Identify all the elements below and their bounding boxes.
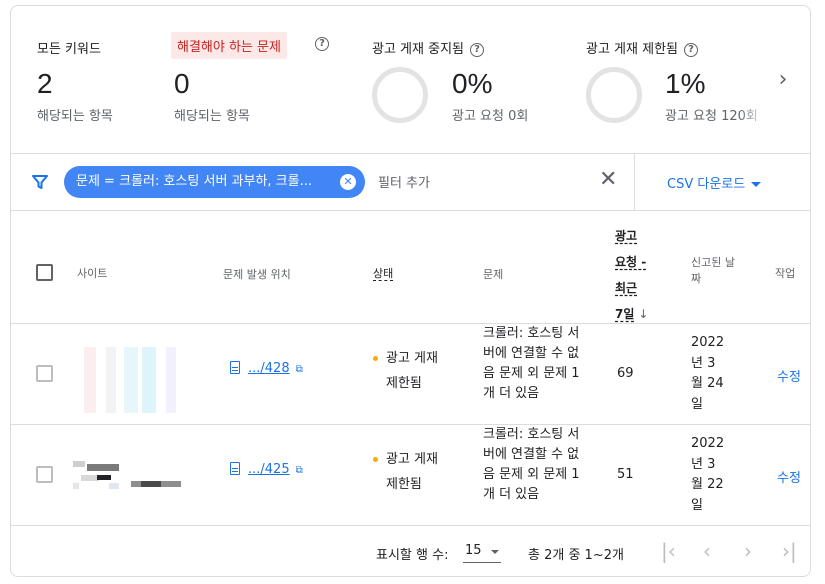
open-in-new-icon: ⧉	[295, 465, 303, 476]
caret-down-icon	[491, 550, 499, 554]
issue-cell: 크롤러: 호스팅 서버에 연결할 수 없음 문제 외 문제 1개 더 있음	[483, 326, 580, 401]
status-dot	[373, 457, 378, 462]
metric-title-text: 광고 게재 중지됨	[372, 42, 464, 57]
metric-sub: 해당되는 항목	[37, 109, 113, 124]
issue-location-text: .../425	[248, 462, 290, 477]
status-cell: 광고 게재 제한됨	[373, 447, 453, 497]
filter-icon[interactable]	[31, 173, 49, 191]
table-row[interactable]: .../425 ⧉ 광고 게재 제한됨 크롤러: 호스팅 서버에 연결할 수 없음…	[11, 425, 810, 526]
last-page-icon[interactable]: ›|	[782, 539, 797, 563]
header-reported-date[interactable]: 신고된 날짜	[691, 255, 735, 287]
ad-review-card: 모든 키워드 2 해당되는 항목 해결해야 하는 문제 ? 0 해당되는 항목 …	[10, 5, 811, 577]
divider	[634, 154, 635, 210]
metric-title: 해결해야 하는 문제	[171, 32, 287, 59]
header-action: 작업	[775, 267, 796, 280]
metric-value: 0%	[452, 68, 493, 99]
help-icon[interactable]: ?	[470, 42, 484, 57]
metric-ads-limited[interactable]: 광고 게재 제한됨? 1% 광고 요청 120회	[586, 6, 776, 154]
document-icon	[230, 462, 240, 475]
help-icon[interactable]: ?	[315, 37, 329, 51]
status-text: 광고 게재 제한됨	[386, 452, 438, 492]
help-icon[interactable]: ?	[684, 42, 698, 57]
header-ad-requests-line: 최근	[615, 281, 638, 295]
pagination-bar: 표시할 행 수: 15 총 2개 중 1~2개 |‹ ‹ › ›|	[11, 527, 810, 576]
issue-location-link[interactable]: .../428 ⧉	[230, 361, 303, 376]
reported-date-cell: 2022 년 3 월 22 일	[691, 436, 725, 513]
table-header: 사이트 문제 발생 위치 상태 문제 광고 요청 - 최근 7일 ↓ 신고된 날짜…	[11, 211, 810, 327]
csv-download-label: CSV 다운로드	[667, 177, 746, 192]
progress-ring	[586, 67, 642, 123]
status-dot	[373, 356, 378, 361]
metric-issues-to-fix[interactable]: 해결해야 하는 문제 ? 0 해당되는 항목	[171, 6, 351, 154]
open-in-new-icon: ⧉	[295, 364, 303, 375]
edit-link[interactable]: 수정	[777, 467, 801, 486]
metric-title: 광고 게재 중지됨?	[372, 38, 484, 57]
ad-requests-cell: 69	[617, 366, 634, 381]
chevron-right-icon[interactable]: ›	[773, 68, 793, 92]
ad-requests-cell: 51	[617, 467, 634, 482]
csv-download-button[interactable]: CSV 다운로드	[667, 173, 762, 192]
issue-location-text: .../428	[248, 361, 290, 376]
header-issue[interactable]: 문제	[483, 266, 503, 282]
rows-per-page-select[interactable]: 15	[463, 541, 501, 563]
status-cell: 광고 게재 제한됨	[373, 346, 453, 396]
close-icon[interactable]: ✕	[340, 174, 356, 190]
metric-title-text: 광고 게재 제한됨	[586, 42, 678, 57]
metric-title: 모든 키워드	[37, 42, 101, 57]
metric-all-keywords[interactable]: 모든 키워드 2 해당되는 항목	[37, 6, 167, 154]
header-ad-requests-line: 광고	[615, 229, 638, 243]
progress-ring	[372, 67, 428, 123]
document-icon	[230, 361, 240, 374]
close-icon[interactable]: ✕	[599, 168, 617, 192]
row-checkbox[interactable]	[36, 365, 53, 382]
metrics-bar: 모든 키워드 2 해당되는 항목 해결해야 하는 문제 ? 0 해당되는 항목 …	[11, 6, 810, 154]
next-page-icon[interactable]: ›	[744, 539, 752, 563]
metric-value: 2	[37, 68, 53, 99]
header-location[interactable]: 문제 발생 위치	[223, 266, 291, 282]
metric-title-text: 해결해야 하는 문제	[177, 40, 281, 55]
add-filter-input[interactable]: 필터 추가	[378, 172, 430, 191]
header-site[interactable]: 사이트	[77, 265, 107, 281]
rows-per-page-label: 표시할 행 수:	[376, 548, 449, 563]
status-text: 광고 게재 제한됨	[386, 351, 438, 391]
metric-sub: 해당되는 항목	[174, 109, 250, 124]
page-range: 총 2개 중 1~2개	[528, 548, 624, 563]
rows-per-page-value: 15	[465, 543, 482, 558]
filter-chip-label: 문제 = 크롤러: 호스팅 서버 과부하, 크롤...	[76, 174, 312, 189]
row-checkbox[interactable]	[36, 466, 53, 483]
table-row[interactable]: .../428 ⧉ 광고 게재 제한됨 크롤러: 호스팅 서버에 연결할 수 없음…	[11, 324, 810, 425]
edit-link[interactable]: 수정	[777, 366, 801, 385]
site-thumbnail	[73, 461, 183, 491]
header-ad-requests[interactable]: 광고 요청 - 최근 7일 ↓	[615, 223, 659, 327]
issue-cell: 크롤러: 호스팅 서버에 연결할 수 없음 문제 외 문제 1개 더 있음	[483, 427, 580, 502]
prev-page-icon[interactable]: ‹	[703, 539, 711, 563]
metric-value: 0	[174, 68, 190, 99]
metric-title: 광고 게재 제한됨?	[586, 38, 698, 57]
first-page-icon[interactable]: |‹	[661, 539, 676, 563]
metric-sub: 광고 요청 0회	[452, 109, 529, 124]
header-ad-requests-line: 요청 -	[615, 255, 647, 269]
metric-ads-paused[interactable]: 광고 게재 중지됨? 0% 광고 요청 0회	[372, 6, 582, 154]
site-thumbnail	[84, 347, 176, 413]
reported-date-cell: 2022 년 3 월 24 일	[691, 335, 725, 412]
metric-value: 1%	[665, 68, 706, 99]
filter-bar: 문제 = 크롤러: 호스팅 서버 과부하, 크롤... ✕ 필터 추가 ✕ CS…	[11, 154, 810, 211]
caret-down-icon	[751, 182, 762, 187]
header-ad-requests-line: 7일	[615, 307, 635, 321]
header-status[interactable]: 상태	[373, 265, 393, 281]
scroll-fade	[739, 98, 779, 124]
filter-chip[interactable]: 문제 = 크롤러: 호스팅 서버 과부하, 크롤... ✕	[64, 166, 365, 198]
select-all-checkbox[interactable]	[36, 264, 53, 281]
arrow-down-icon: ↓	[638, 307, 649, 321]
issue-location-link[interactable]: .../425 ⧉	[230, 462, 303, 477]
